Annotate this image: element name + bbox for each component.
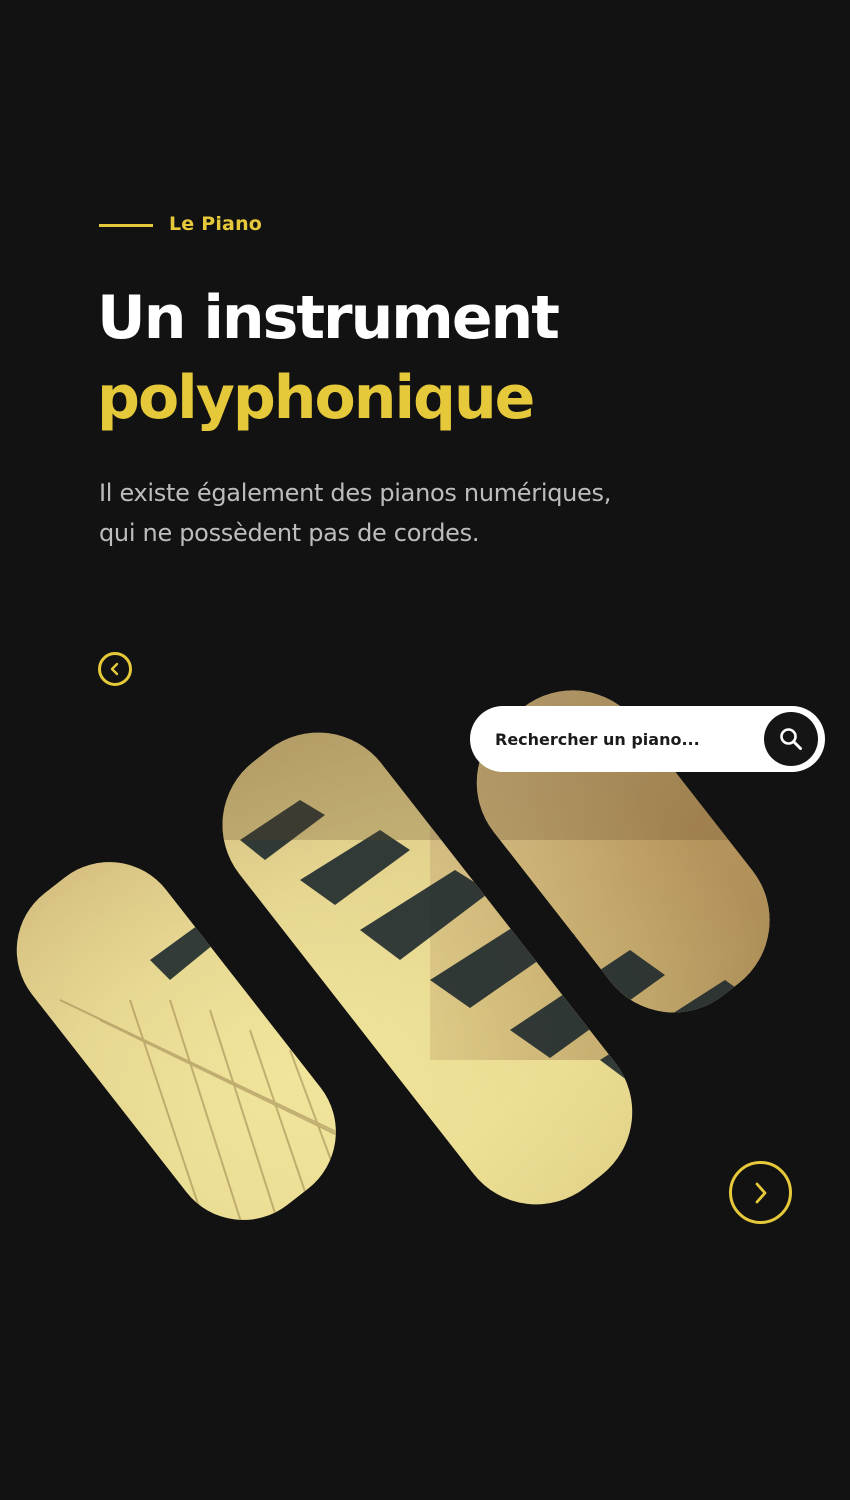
eyebrow-label: Le Piano	[169, 213, 263, 235]
title-line-2: polyphonique	[97, 363, 535, 433]
search-icon	[780, 728, 802, 750]
eyebrow-divider	[99, 223, 153, 227]
subtitle-line-2: qui ne possèdent pas de cordes.	[99, 519, 480, 547]
search-input[interactable]	[470, 718, 767, 760]
page-title: Un instrument polyphonique	[97, 278, 560, 438]
next-slide-button[interactable]	[729, 1161, 792, 1224]
section-eyebrow: Le Piano	[99, 213, 262, 235]
page-subtitle: Il existe également des pianos numérique…	[99, 473, 719, 553]
title-line-1: Un instrument	[97, 283, 560, 353]
chevron-right-icon	[755, 1182, 766, 1203]
subtitle-line-1: Il existe également des pianos numérique…	[99, 479, 612, 507]
search-bar	[470, 706, 825, 772]
search-button[interactable]	[764, 712, 818, 766]
